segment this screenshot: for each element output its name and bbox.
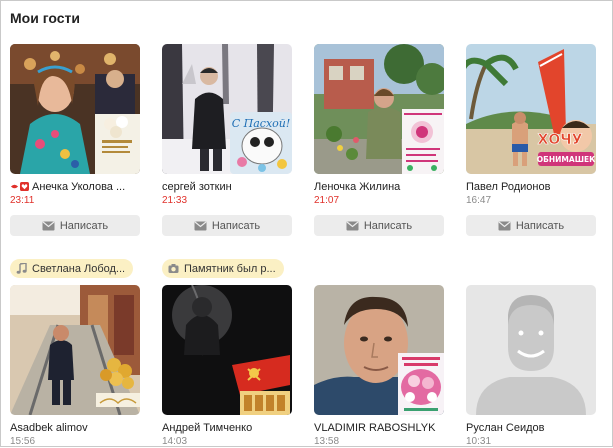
status-tag-music[interactable]: Светлана Лобод... [10,259,134,278]
guest-photo[interactable]: С Пасхой! [162,44,292,174]
guest-photo[interactable] [10,285,140,415]
write-message-button[interactable]: Написать [314,215,444,236]
obnimashek-sticker-text: ОБНИМАШЕК [537,155,596,164]
guest-photo[interactable]: ХОЧУ ОБНИМАШЕК [466,44,596,174]
guest-name[interactable]: Руслан Сеидов [466,422,598,435]
envelope-icon [346,221,359,230]
guest-name[interactable]: Анечка Уколова ... [10,181,142,194]
envelope-icon [42,221,55,230]
write-message-button[interactable]: Написать [162,215,292,236]
guest-name-text: Анечка Уколова ... [32,181,126,193]
envelope-icon [194,221,207,230]
write-message-button[interactable]: Написать [10,215,140,236]
guest-photo[interactable] [314,44,444,174]
write-button-label: Написать [211,219,261,232]
guest-photo[interactable] [314,285,444,415]
guest-photo[interactable] [162,285,292,415]
guest-name[interactable]: Asadbek alimov [10,422,142,435]
visit-time: 13:58 [314,436,340,447]
hochu-sticker-text: ХОЧУ [538,132,583,148]
heart-icon [20,182,29,191]
status-tag-text: Светлана Лобод... [32,262,126,275]
guest-name[interactable]: Леночка Жилина [314,181,446,194]
lips-icon [10,184,19,189]
guest-name[interactable]: Андрей Тимченко [162,422,294,435]
visit-time: 14:03 [162,436,188,447]
status-tag-photo[interactable]: Памятник был р... [162,259,284,278]
guest-photo[interactable] [10,44,140,174]
visit-time: 23:11 [10,195,35,206]
camera-icon [168,264,179,273]
default-avatar[interactable] [466,285,596,415]
write-button-label: Написать [59,219,109,232]
guest-name[interactable]: Павел Родионов [466,181,598,194]
visit-time: 10:31 [466,436,492,447]
section-title: Мои гости [10,10,80,26]
write-button-label: Написать [363,219,413,232]
envelope-icon [498,221,511,230]
visit-time: 21:07 [314,195,340,206]
status-tag-text: Памятник был р... [184,262,276,275]
easter-sticker-text: С Пасхой! [232,117,291,130]
write-button-label: Написать [515,219,565,232]
visit-time: 16:47 [466,195,492,206]
visit-time: 15:56 [10,436,36,447]
guest-name[interactable]: VLADIMIR RABOSHLYK [314,422,446,435]
user-placeholder-icon [466,285,596,415]
write-message-button[interactable]: Написать [466,215,596,236]
music-note-icon [16,263,27,274]
guest-name[interactable]: сергей зоткин [162,181,294,194]
visit-time: 21:33 [162,195,188,206]
